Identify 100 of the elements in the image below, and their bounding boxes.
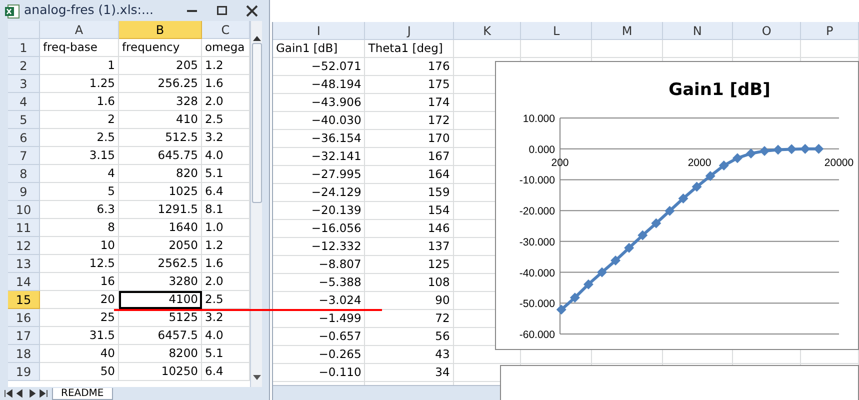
column-header[interactable]: B bbox=[119, 21, 202, 39]
data-point bbox=[786, 144, 797, 154]
table-cell: −43.906 bbox=[273, 94, 366, 112]
row-header[interactable]: 10 bbox=[8, 201, 40, 219]
column-header[interactable]: C bbox=[202, 21, 250, 39]
row-header[interactable]: 12 bbox=[8, 237, 40, 255]
table-cell: 2.5 bbox=[40, 129, 119, 147]
table-cell: 176 bbox=[365, 58, 454, 76]
column-header[interactable]: I bbox=[273, 22, 366, 40]
table-cell: −12.332 bbox=[273, 238, 366, 256]
scroll-down-icon[interactable] bbox=[252, 375, 260, 382]
window-title: analog-fres (1).xls:... bbox=[24, 1, 154, 20]
table-cell: 56 bbox=[365, 328, 454, 346]
table-cell: −5.388 bbox=[273, 274, 366, 292]
table-cell: −0.110 bbox=[273, 364, 366, 382]
row-header[interactable]: 19 bbox=[8, 363, 40, 381]
minimize-icon bbox=[187, 10, 197, 12]
column-header[interactable]: M bbox=[592, 22, 663, 40]
table-cell: 50 bbox=[40, 363, 119, 381]
table-cell: 1291.5 bbox=[119, 201, 202, 219]
scroll-up-icon[interactable] bbox=[252, 35, 260, 41]
table-cell: 6457.5 bbox=[119, 327, 202, 345]
data-point bbox=[692, 182, 702, 192]
row-header[interactable]: 3 bbox=[8, 75, 40, 93]
table-cell: 2562.5 bbox=[119, 255, 202, 273]
table-cell: 205 bbox=[119, 57, 202, 75]
column-header[interactable]: O bbox=[732, 22, 802, 40]
table-cell: 328 bbox=[119, 93, 202, 111]
table-cell: −16.056 bbox=[273, 220, 366, 238]
row-header[interactable]: 2 bbox=[8, 57, 40, 75]
table-cell: 8 bbox=[40, 219, 119, 237]
data-point bbox=[800, 144, 810, 154]
data-point bbox=[773, 144, 784, 155]
axis-label: -30.000 bbox=[519, 236, 555, 248]
table-cell: 34 bbox=[365, 364, 454, 382]
column-header[interactable]: P bbox=[801, 22, 859, 40]
row-header[interactable]: 15 bbox=[8, 291, 40, 309]
column-header[interactable]: N bbox=[662, 22, 733, 40]
table-cell: −32.141 bbox=[273, 148, 366, 166]
axis-label: 200 bbox=[551, 156, 569, 169]
row-header[interactable]: 1 bbox=[8, 39, 40, 57]
row-header[interactable]: 7 bbox=[8, 147, 40, 165]
table-cell: 175 bbox=[365, 76, 454, 94]
row-header[interactable]: 11 bbox=[8, 219, 40, 237]
row-header[interactable]: 5 bbox=[8, 111, 40, 129]
data-point bbox=[664, 206, 675, 216]
table-cell: 108 bbox=[365, 274, 454, 292]
column-header[interactable]: K bbox=[454, 22, 522, 40]
row-header[interactable]: 18 bbox=[8, 345, 40, 363]
axis-label: -20.000 bbox=[519, 206, 555, 218]
selected-cell: 4100 bbox=[119, 291, 202, 309]
table-cell: 3280 bbox=[119, 273, 202, 291]
axis-label: -40.000 bbox=[519, 267, 555, 280]
data-point bbox=[624, 242, 634, 253]
scrollbar-thumb[interactable] bbox=[252, 43, 262, 203]
row-header[interactable]: 6 bbox=[8, 129, 40, 147]
table-cell: 1.6 bbox=[40, 93, 119, 111]
table-cell: 1.25 bbox=[40, 75, 119, 93]
row-header[interactable]: 8 bbox=[8, 165, 40, 183]
axis-label: 10.000 bbox=[522, 113, 555, 125]
sheet-tab[interactable]: README bbox=[52, 388, 113, 400]
data-point bbox=[638, 230, 648, 240]
table-cell: 2050 bbox=[119, 237, 202, 255]
data-point bbox=[718, 160, 729, 171]
table-cell: −0.657 bbox=[273, 328, 366, 346]
column-header[interactable]: A bbox=[40, 21, 119, 39]
empty-cell bbox=[801, 40, 859, 58]
table-cell: 4 bbox=[40, 165, 119, 183]
table-cell: 164 bbox=[365, 166, 454, 184]
empty-cell bbox=[454, 40, 522, 58]
row-header[interactable]: 16 bbox=[8, 309, 40, 327]
row-header[interactable]: 13 bbox=[8, 255, 40, 273]
table-cell: 5 bbox=[40, 183, 119, 201]
empty-cell bbox=[592, 40, 663, 58]
row-header[interactable]: 17 bbox=[8, 327, 40, 345]
table-cell: 125 bbox=[365, 256, 454, 274]
table-cell: −40.030 bbox=[273, 112, 366, 130]
row-header[interactable]: 4 bbox=[8, 93, 40, 111]
table-cell: 159 bbox=[365, 184, 454, 202]
table-cell: 3.15 bbox=[40, 147, 119, 165]
row-header[interactable]: 14 bbox=[8, 273, 40, 291]
table-cell: −52.071 bbox=[273, 58, 366, 76]
table-cell: 6.3 bbox=[40, 201, 119, 219]
axis-label: 0.000 bbox=[528, 144, 555, 156]
axis-label: -60.000 bbox=[519, 329, 555, 341]
data-point bbox=[556, 304, 566, 315]
column-header[interactable]: L bbox=[521, 22, 592, 40]
data-point bbox=[678, 194, 688, 204]
table-cell: 16 bbox=[40, 273, 119, 291]
table-cell: 40 bbox=[40, 345, 119, 363]
data-point bbox=[610, 256, 621, 266]
table-cell: −8.807 bbox=[273, 256, 366, 274]
sheet-navigation-icon[interactable] bbox=[4, 389, 48, 398]
row-header[interactable]: 9 bbox=[8, 183, 40, 201]
column-header[interactable]: J bbox=[365, 22, 454, 40]
table-cell: −24.129 bbox=[273, 184, 366, 202]
table-cell: 2 bbox=[40, 111, 119, 129]
vertical-scrollbar[interactable] bbox=[250, 21, 262, 387]
table-cell: 20 bbox=[40, 291, 119, 309]
table-cell: Theta1 [deg] bbox=[365, 40, 454, 58]
